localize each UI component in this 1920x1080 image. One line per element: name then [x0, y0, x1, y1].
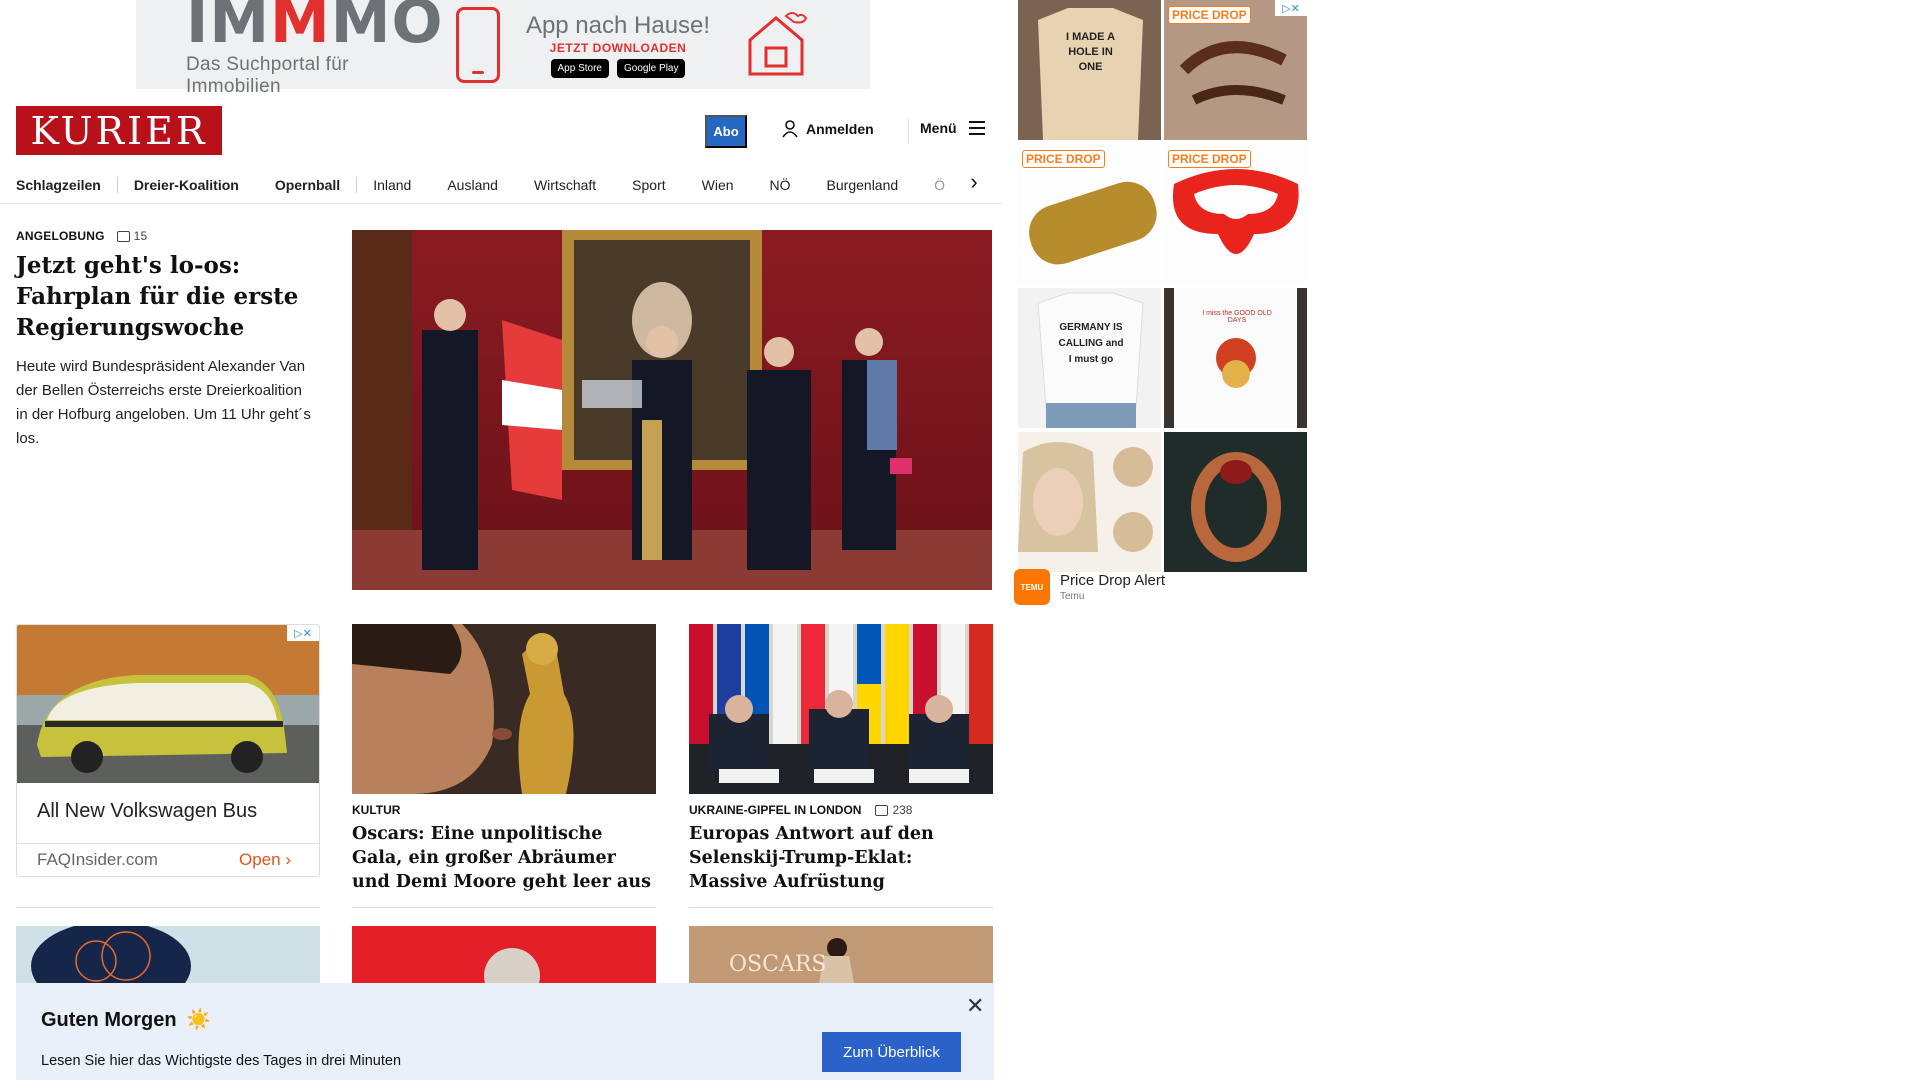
partial-photo-1[interactable]: [16, 926, 320, 983]
partial-oscars-text: OSCARS: [729, 952, 827, 977]
user-icon: [782, 120, 798, 138]
ad-tile-earwigs[interactable]: PRICE DROP ▷✕: [1164, 0, 1307, 140]
temu-ad-title: Price Drop Alert: [1060, 572, 1166, 589]
lead-headline[interactable]: Jetzt geht's lo-os: Fahrplan für die ers…: [16, 250, 316, 343]
comment-icon: [116, 230, 130, 242]
partial-photo-3[interactable]: OSCARS: [689, 926, 993, 983]
morning-title: Guten Morgen ☀️: [41, 1009, 212, 1031]
card-1-headline[interactable]: Oscars: Eine unpolitische Gala, ein groß…: [352, 822, 656, 894]
shirt-3-print: I miss the GOOD OLD DAYS: [1202, 310, 1272, 324]
login-label: Anmelden: [806, 121, 874, 137]
immmo-logo: IMMMO: [186, 0, 444, 57]
lead-teaser: Heute wird Bundespräsident Alexander Van…: [16, 358, 311, 447]
nav-item-opernball[interactable]: Opernball: [275, 176, 358, 193]
nav-item-inland[interactable]: Inland: [373, 177, 411, 193]
card-2-kicker: UKRAINE-GIPFEL IN LONDON: [689, 803, 862, 817]
overview-button[interactable]: Zum Überblick: [822, 1032, 961, 1072]
ad-tile-tshirt-golf[interactable]: I MADE A HOLE IN ONE: [1018, 0, 1161, 140]
nav-item-wien[interactable]: Wien: [702, 177, 734, 193]
card-2-comment-count: 238: [892, 803, 913, 817]
ad-tile-rooster-shirt[interactable]: I miss the GOOD OLD DAYS: [1164, 288, 1307, 428]
vw-card-divider: [16, 907, 320, 908]
temu-ad[interactable]: I MADE A HOLE IN ONE PRICE DROP ▷✕ PRICE…: [1014, 0, 1314, 608]
vw-ad-domain: FAQInsider.com: [37, 850, 158, 869]
phone-icon: [456, 6, 500, 83]
google-play-badge[interactable]: Google Play: [617, 58, 686, 78]
adchoices-icon[interactable]: ▷✕: [1275, 0, 1307, 16]
nav-item-ausland[interactable]: Ausland: [447, 177, 498, 193]
adchoices-icon[interactable]: ▷✕: [287, 625, 319, 641]
lead-photo[interactable]: [352, 230, 992, 590]
app-download-label: JETZT DOWNLOADEN: [549, 40, 687, 55]
login-link[interactable]: Anmelden: [782, 120, 874, 138]
morning-text: Lesen Sie hier das Wichtigste des Tages …: [41, 1053, 402, 1069]
header-divider: [908, 118, 909, 144]
lead-kicker: ANGELOBUNG: [16, 229, 105, 243]
sun-icon: ☀️: [186, 1009, 212, 1031]
immmo-logo-block: IMMMO Das Suchportal für Immobilien: [136, 0, 446, 98]
close-icon[interactable]: ✕: [966, 993, 984, 1019]
card-2-comments[interactable]: 238: [875, 803, 912, 817]
immmo-banner-ad[interactable]: IMMMO Das Suchportal für Immobilien App …: [136, 0, 870, 97]
nav-scroll-right-icon[interactable]: ›: [964, 169, 984, 195]
menu-button[interactable]: Menü: [920, 120, 985, 136]
ad-tile-ring[interactable]: [1164, 432, 1307, 572]
immmo-tagline: Das Suchportal für Immobilien: [186, 53, 349, 97]
lead-kicker-row: ANGELOBUNG 15: [16, 229, 147, 243]
partial-photo-2[interactable]: [352, 926, 656, 983]
oscars-card-photo[interactable]: [352, 624, 656, 794]
vw-sponsored-card[interactable]: ▷✕ All New Volkswagen Bus FAQInsider.com…: [16, 624, 320, 877]
ukraine-card-photo[interactable]: [689, 624, 993, 794]
shirt-2-print: GERMANY IS CALLING and I must go: [1058, 322, 1124, 365]
nav-item-noe[interactable]: NÖ: [770, 177, 791, 193]
nav-item-sport[interactable]: Sport: [632, 177, 665, 193]
vw-ad-open-button[interactable]: Open ›: [239, 850, 291, 870]
ad-tile-cryptex[interactable]: PRICE DROP: [1018, 144, 1161, 284]
menu-label: Menü: [920, 120, 957, 136]
kurier-logo[interactable]: KURIER: [16, 106, 222, 155]
temu-footer[interactable]: TEMU Price Drop Alert Temu: [1014, 567, 1314, 607]
vw-bus-image: [17, 625, 319, 783]
card-1-divider: [352, 907, 656, 908]
vw-ad-title[interactable]: All New Volkswagen Bus: [37, 800, 257, 823]
ad-tile-wigs[interactable]: [1018, 432, 1161, 572]
nav-item-oe-truncated[interactable]: Ö: [934, 177, 945, 193]
price-drop-badge: PRICE DROP: [1022, 150, 1105, 168]
house-icon: [744, 10, 808, 80]
lead-comments[interactable]: 15: [116, 229, 148, 243]
temu-logo: TEMU: [1014, 569, 1050, 605]
vw-ad-divider: [17, 843, 319, 844]
lead-comment-count: 15: [133, 229, 148, 243]
nav-divider: [0, 203, 1002, 204]
price-drop-badge: PRICE DROP: [1168, 6, 1251, 24]
nav-item-burgenland[interactable]: Burgenland: [827, 177, 899, 193]
card-1-kicker-row: KULTUR: [352, 803, 400, 817]
shirt-1-print: I MADE A HOLE IN ONE: [1065, 31, 1116, 73]
morning-briefing-banner: Guten Morgen ☀️ Lesen Sie hier das Wicht…: [16, 983, 994, 1080]
comment-icon: [875, 804, 889, 816]
price-drop-badge: PRICE DROP: [1168, 150, 1251, 168]
abo-button[interactable]: Abo: [705, 115, 747, 148]
nav-item-schlagzeilen[interactable]: Schlagzeilen: [16, 176, 118, 193]
card-2-headline[interactable]: Europas Antwort auf den Selenskij-Trump-…: [689, 822, 993, 894]
ad-tile-germany-shirt[interactable]: GERMANY IS CALLING and I must go: [1018, 288, 1161, 428]
app-store-badge[interactable]: App Store: [550, 58, 609, 78]
card-2-kicker-row: UKRAINE-GIPFEL IN LONDON 238: [689, 803, 912, 817]
nav-item-dreier-koalition[interactable]: Dreier-Koalition: [134, 177, 239, 193]
app-promo: App nach Hause! JETZT DOWNLOADEN App Sto…: [518, 12, 718, 78]
card-2-divider: [689, 907, 993, 908]
ad-tile-red-mask[interactable]: PRICE DROP: [1164, 144, 1307, 284]
card-1-kicker: KULTUR: [352, 803, 401, 817]
nav-item-wirtschaft[interactable]: Wirtschaft: [534, 177, 596, 193]
hamburger-icon: [968, 121, 985, 135]
app-title: App nach Hause!: [525, 11, 711, 39]
section-nav: Schlagzeilen Dreier-Koalition Opernball …: [16, 166, 986, 203]
temu-ad-subtitle: Temu: [1060, 591, 1085, 602]
